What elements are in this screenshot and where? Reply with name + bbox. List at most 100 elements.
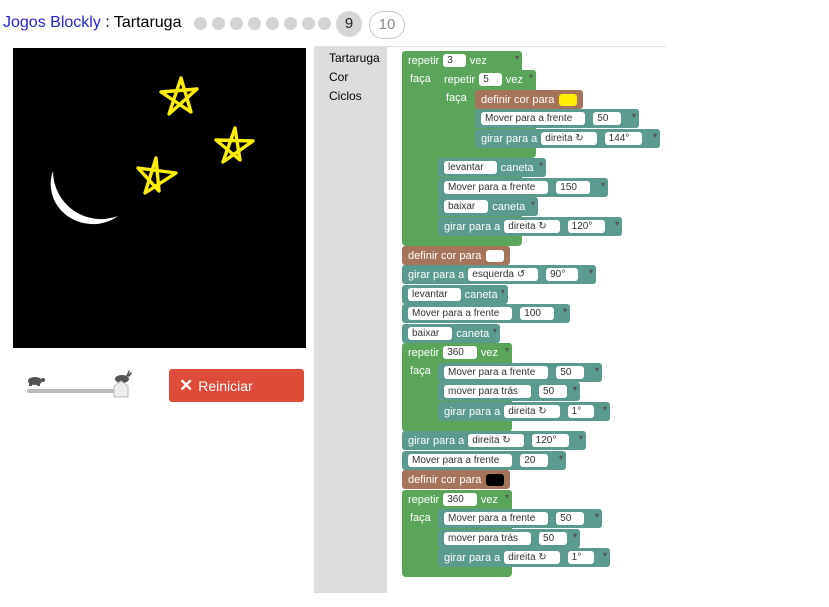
turn-label: girar para a [481,132,538,145]
direction-dropdown[interactable]: Mover para a frente [444,366,549,379]
direction-dropdown[interactable]: Mover para a frente [481,112,586,125]
repeat-header-3[interactable]: repetir 3 vez [402,51,522,70]
pen-up-block[interactable]: levantar caneta [438,158,546,177]
direction-dropdown[interactable]: Mover para a frente [444,181,549,194]
do-label: faça [410,73,431,85]
direction-dropdown[interactable]: mover para trás [444,385,532,398]
turn-direction-dropdown[interactable]: direita ↻ [504,551,560,564]
toolbox-category-turtle[interactable]: Tartaruga [329,51,380,65]
move-back-block[interactable]: mover para trás 50 [438,529,580,548]
direction-dropdown[interactable]: Mover para a frente [444,512,549,525]
repeat-header-360[interactable]: repetir 360 vez [402,343,512,362]
star-3 [136,156,178,195]
pen-up-block[interactable]: levantar caneta [402,285,508,304]
repeat-header-5[interactable]: repetir 5 vez [438,70,536,89]
distance-field[interactable]: 100 [520,307,554,320]
pen-label: caneta [456,327,490,340]
repeat-count-field[interactable]: 360 [443,493,477,506]
pen-dropdown[interactable]: baixar [408,327,453,340]
set-color-block[interactable]: definir cor para [402,470,510,489]
color-swatch-white[interactable] [486,249,504,262]
distance-field[interactable]: 50 [556,366,585,379]
repeat-count-field[interactable]: 3 [443,54,466,67]
level-dot-8[interactable] [318,17,331,30]
crescent-moon [50,171,118,225]
repeat-header-360[interactable]: repetir 360 vez [402,490,512,509]
level-dot-3[interactable] [230,17,243,30]
level-current[interactable]: 9 [336,11,362,37]
turn-label: girar para a [444,405,501,418]
pen-down-block[interactable]: baixar caneta [438,197,538,216]
pen-dropdown[interactable]: baixar [444,200,489,213]
speed-slider-handle[interactable] [113,380,129,398]
color-swatch-yellow[interactable] [559,93,577,106]
star-1 [159,76,199,116]
pen-dropdown[interactable]: levantar [444,161,497,174]
move-back-block[interactable]: mover para trás 50 [438,382,580,401]
distance-field[interactable]: 50 [556,512,585,525]
move-forward-block[interactable]: Mover para a frente 50 [438,509,602,528]
turn-label: girar para a [408,434,465,447]
direction-dropdown[interactable]: Mover para a frente [408,307,513,320]
repeat-count-field[interactable]: 5 [479,73,502,86]
move-forward-block[interactable]: Mover para a frente 100 [402,304,570,323]
toolbox-category-loops[interactable]: Ciclos [329,89,362,103]
turn-direction-dropdown[interactable]: esquerda ↺ [468,268,539,281]
angle-field[interactable]: 90° [546,268,579,281]
pen-dropdown[interactable]: levantar [408,288,461,301]
title-separator: : [100,14,114,31]
turn-direction-dropdown[interactable]: direita ↻ [468,434,524,447]
set-color-label: definir cor para [481,93,555,106]
turn-block[interactable]: girar para a direita ↻ 1° [438,548,610,567]
turn-direction-dropdown[interactable]: direita ↻ [504,220,560,233]
toolbox-category-color[interactable]: Cor [329,70,348,84]
repeat-count-field[interactable]: 360 [443,346,477,359]
distance-field[interactable]: 50 [539,532,568,545]
turn-block[interactable]: girar para a direita ↻ 144° [475,129,660,148]
level-dot-7[interactable] [302,17,315,30]
repeat-label: repetir [408,493,440,506]
app-home-link[interactable]: Jogos Blockly [3,14,101,31]
game-name: Tartaruga [113,14,182,31]
page-title: Jogos Blockly : Tartaruga [3,14,182,32]
move-forward-block[interactable]: Mover para a frente 150 [438,178,608,197]
times-label: vez [505,73,523,86]
angle-field[interactable]: 120° [531,434,570,447]
color-swatch-black[interactable] [486,473,504,486]
level-dot-5[interactable] [266,17,279,30]
repeat-label: repetir [408,346,440,359]
move-forward-block[interactable]: Mover para a frente 50 [438,363,602,382]
level-next[interactable]: 10 [369,11,405,39]
move-forward-block[interactable]: Mover para a frente 50 [475,109,639,128]
level-dot-4[interactable] [248,17,261,30]
turn-direction-dropdown[interactable]: direita ↻ [541,132,597,145]
pen-label: caneta [500,161,534,174]
turn-label: girar para a [408,268,465,281]
set-color-block[interactable]: definir cor para [475,90,583,109]
turn-block[interactable]: girar para a direita ↻ 120° [438,217,622,236]
distance-field[interactable]: 50 [593,112,622,125]
direction-dropdown[interactable]: Mover para a frente [408,454,513,467]
turn-block[interactable]: girar para a direita ↻ 120° [402,431,586,450]
set-color-label: definir cor para [408,473,482,486]
distance-field[interactable]: 50 [539,385,568,398]
angle-field[interactable]: 144° [604,132,643,145]
level-dot-2[interactable] [212,17,225,30]
angle-field[interactable]: 120° [567,220,606,233]
level-dot-1[interactable] [194,17,207,30]
turn-block[interactable]: girar para a direita ↻ 1° [438,402,610,421]
distance-field[interactable]: 20 [520,454,549,467]
turn-block[interactable]: girar para a esquerda ↺ 90° [402,265,596,284]
pen-down-block[interactable]: baixar caneta [402,324,500,343]
direction-dropdown[interactable]: mover para trás [444,532,532,545]
reset-button[interactable]: ✕ Reiniciar [169,369,304,402]
move-forward-block[interactable]: Mover para a frente 20 [402,451,566,470]
angle-field[interactable]: 1° [567,551,595,564]
level-dot-6[interactable] [284,17,297,30]
turtle-icon [26,373,46,391]
turn-direction-dropdown[interactable]: direita ↻ [504,405,560,418]
distance-field[interactable]: 150 [556,181,590,194]
pen-label: caneta [492,200,526,213]
set-color-block[interactable]: definir cor para [402,246,510,265]
angle-field[interactable]: 1° [567,405,595,418]
